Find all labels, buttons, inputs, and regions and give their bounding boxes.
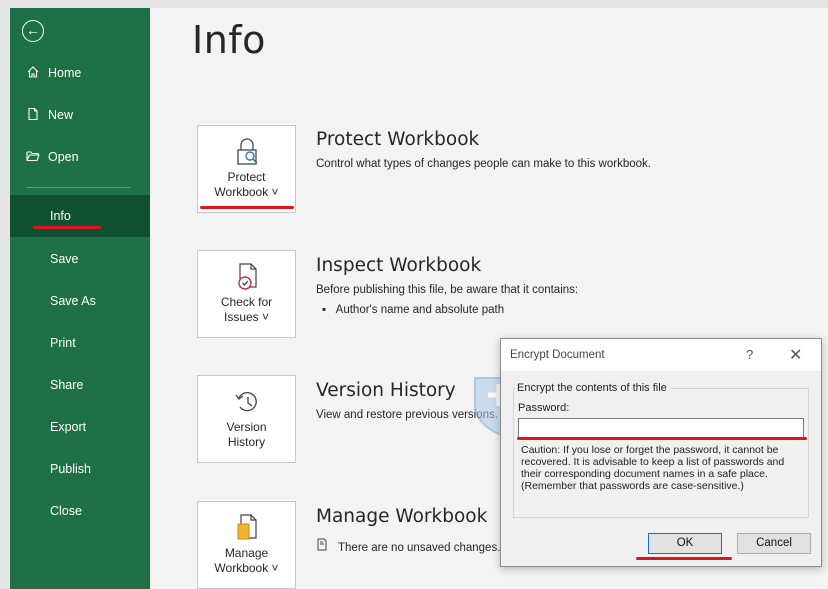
encrypt-document-dialog: Encrypt Document ? ✕ Encrypt the content… (500, 338, 822, 567)
caution-note: (Remember that passwords are case-sensit… (521, 480, 744, 492)
sidebar-item-label: Export (50, 420, 87, 434)
bullet-icon: ▪ (322, 304, 336, 316)
sidebar-item-label: Open (48, 150, 79, 164)
sidebar-item-save-as[interactable]: Save As (10, 281, 150, 321)
help-button[interactable]: ? (746, 347, 753, 362)
sidebar-item-label: Print (50, 336, 76, 350)
sidebar-item-label: Home (48, 66, 82, 80)
section-description: There are no unsaved changes. (316, 538, 500, 554)
bullet-item: ▪ Author's name and absolute path (322, 304, 505, 316)
sidebar-item-close[interactable]: Close (10, 491, 150, 531)
section-description: Before publishing this file, be aware th… (316, 284, 579, 296)
sidebar-item-home[interactable]: Home (10, 53, 150, 93)
sidebar-item-info[interactable]: Info (10, 195, 150, 237)
button-label: Protect (227, 170, 266, 184)
protect-workbook-button[interactable]: Protect Workbook ˅ (197, 125, 296, 213)
section-title: Inspect Workbook (316, 255, 482, 276)
document-icon (316, 538, 330, 554)
lock-magnifier-icon (236, 138, 258, 165)
top-border (0, 0, 828, 8)
manage-workbook-icon (237, 514, 257, 540)
button-label: Version (226, 420, 267, 434)
check-for-issues-button[interactable]: Check for Issues ˅ (197, 250, 296, 338)
sidebar-item-save[interactable]: Save (10, 239, 150, 279)
dialog-titlebar: Encrypt Document ? ✕ (501, 339, 821, 371)
document-check-icon (237, 263, 257, 290)
button-label: Issues ˅ (223, 310, 270, 324)
close-icon[interactable]: ✕ (789, 345, 802, 365)
sidebar-item-share[interactable]: Share (10, 365, 150, 405)
history-clock-icon (234, 392, 257, 412)
section-title: Manage Workbook (316, 506, 488, 527)
manage-workbook-button[interactable]: Manage Workbook ˅ (197, 501, 296, 589)
sidebar-item-print[interactable]: Print (10, 323, 150, 363)
sidebar-item-label: New (48, 108, 74, 122)
back-arrow-icon[interactable]: ← (22, 20, 44, 42)
group-label: Encrypt the contents of this file (515, 382, 670, 394)
section-title: Version History (316, 380, 456, 401)
sidebar-item-label: Save (50, 252, 79, 266)
annotation-underline-password (517, 437, 807, 440)
sidebar-item-label: Close (50, 504, 82, 518)
button-label: Workbook ˅ (214, 561, 279, 575)
section-title: Protect Workbook (316, 129, 480, 150)
caution-message: Caution: If you lose or forget the passw… (521, 444, 785, 480)
sidebar-item-label: Save As (50, 294, 96, 308)
sidebar-item-label: Share (50, 378, 84, 392)
page-title: Info (192, 18, 266, 62)
password-label: Password: (518, 402, 570, 414)
new-file-icon (26, 107, 48, 124)
button-label: Workbook ˅ (214, 185, 279, 199)
caution-text: Caution: If you lose or forget the passw… (521, 444, 805, 492)
version-history-button[interactable]: Version History (197, 375, 296, 463)
ok-button[interactable]: OK (648, 533, 722, 554)
cancel-button[interactable]: Cancel (737, 533, 811, 554)
sidebar-item-new[interactable]: New (10, 95, 150, 135)
sidebar-item-open[interactable]: Open (10, 137, 150, 177)
folder-open-icon (26, 149, 48, 166)
button-label: History (227, 435, 266, 449)
sidebar-item-export[interactable]: Export (10, 407, 150, 447)
button-label: Manage (224, 546, 269, 560)
left-border (0, 0, 10, 589)
home-icon (26, 65, 48, 82)
sidebar-item-label: Info (50, 209, 71, 223)
dialog-title: Encrypt Document (510, 349, 605, 361)
backstage-sidebar: ← Home New Open Info Save Save As Print … (10, 8, 150, 589)
excel-backstage-window: ← Home New Open Info Save Save As Print … (0, 0, 828, 589)
section-description: Control what types of changes people can… (316, 158, 651, 170)
annotation-underline-protect (200, 206, 294, 209)
button-label: Check for (220, 295, 273, 309)
password-field[interactable] (518, 418, 804, 438)
annotation-underline-ok (636, 557, 732, 560)
sidebar-item-publish[interactable]: Publish (10, 449, 150, 489)
sidebar-item-label: Publish (50, 462, 91, 476)
sidebar-divider (26, 187, 130, 188)
annotation-underline-info (33, 226, 101, 229)
